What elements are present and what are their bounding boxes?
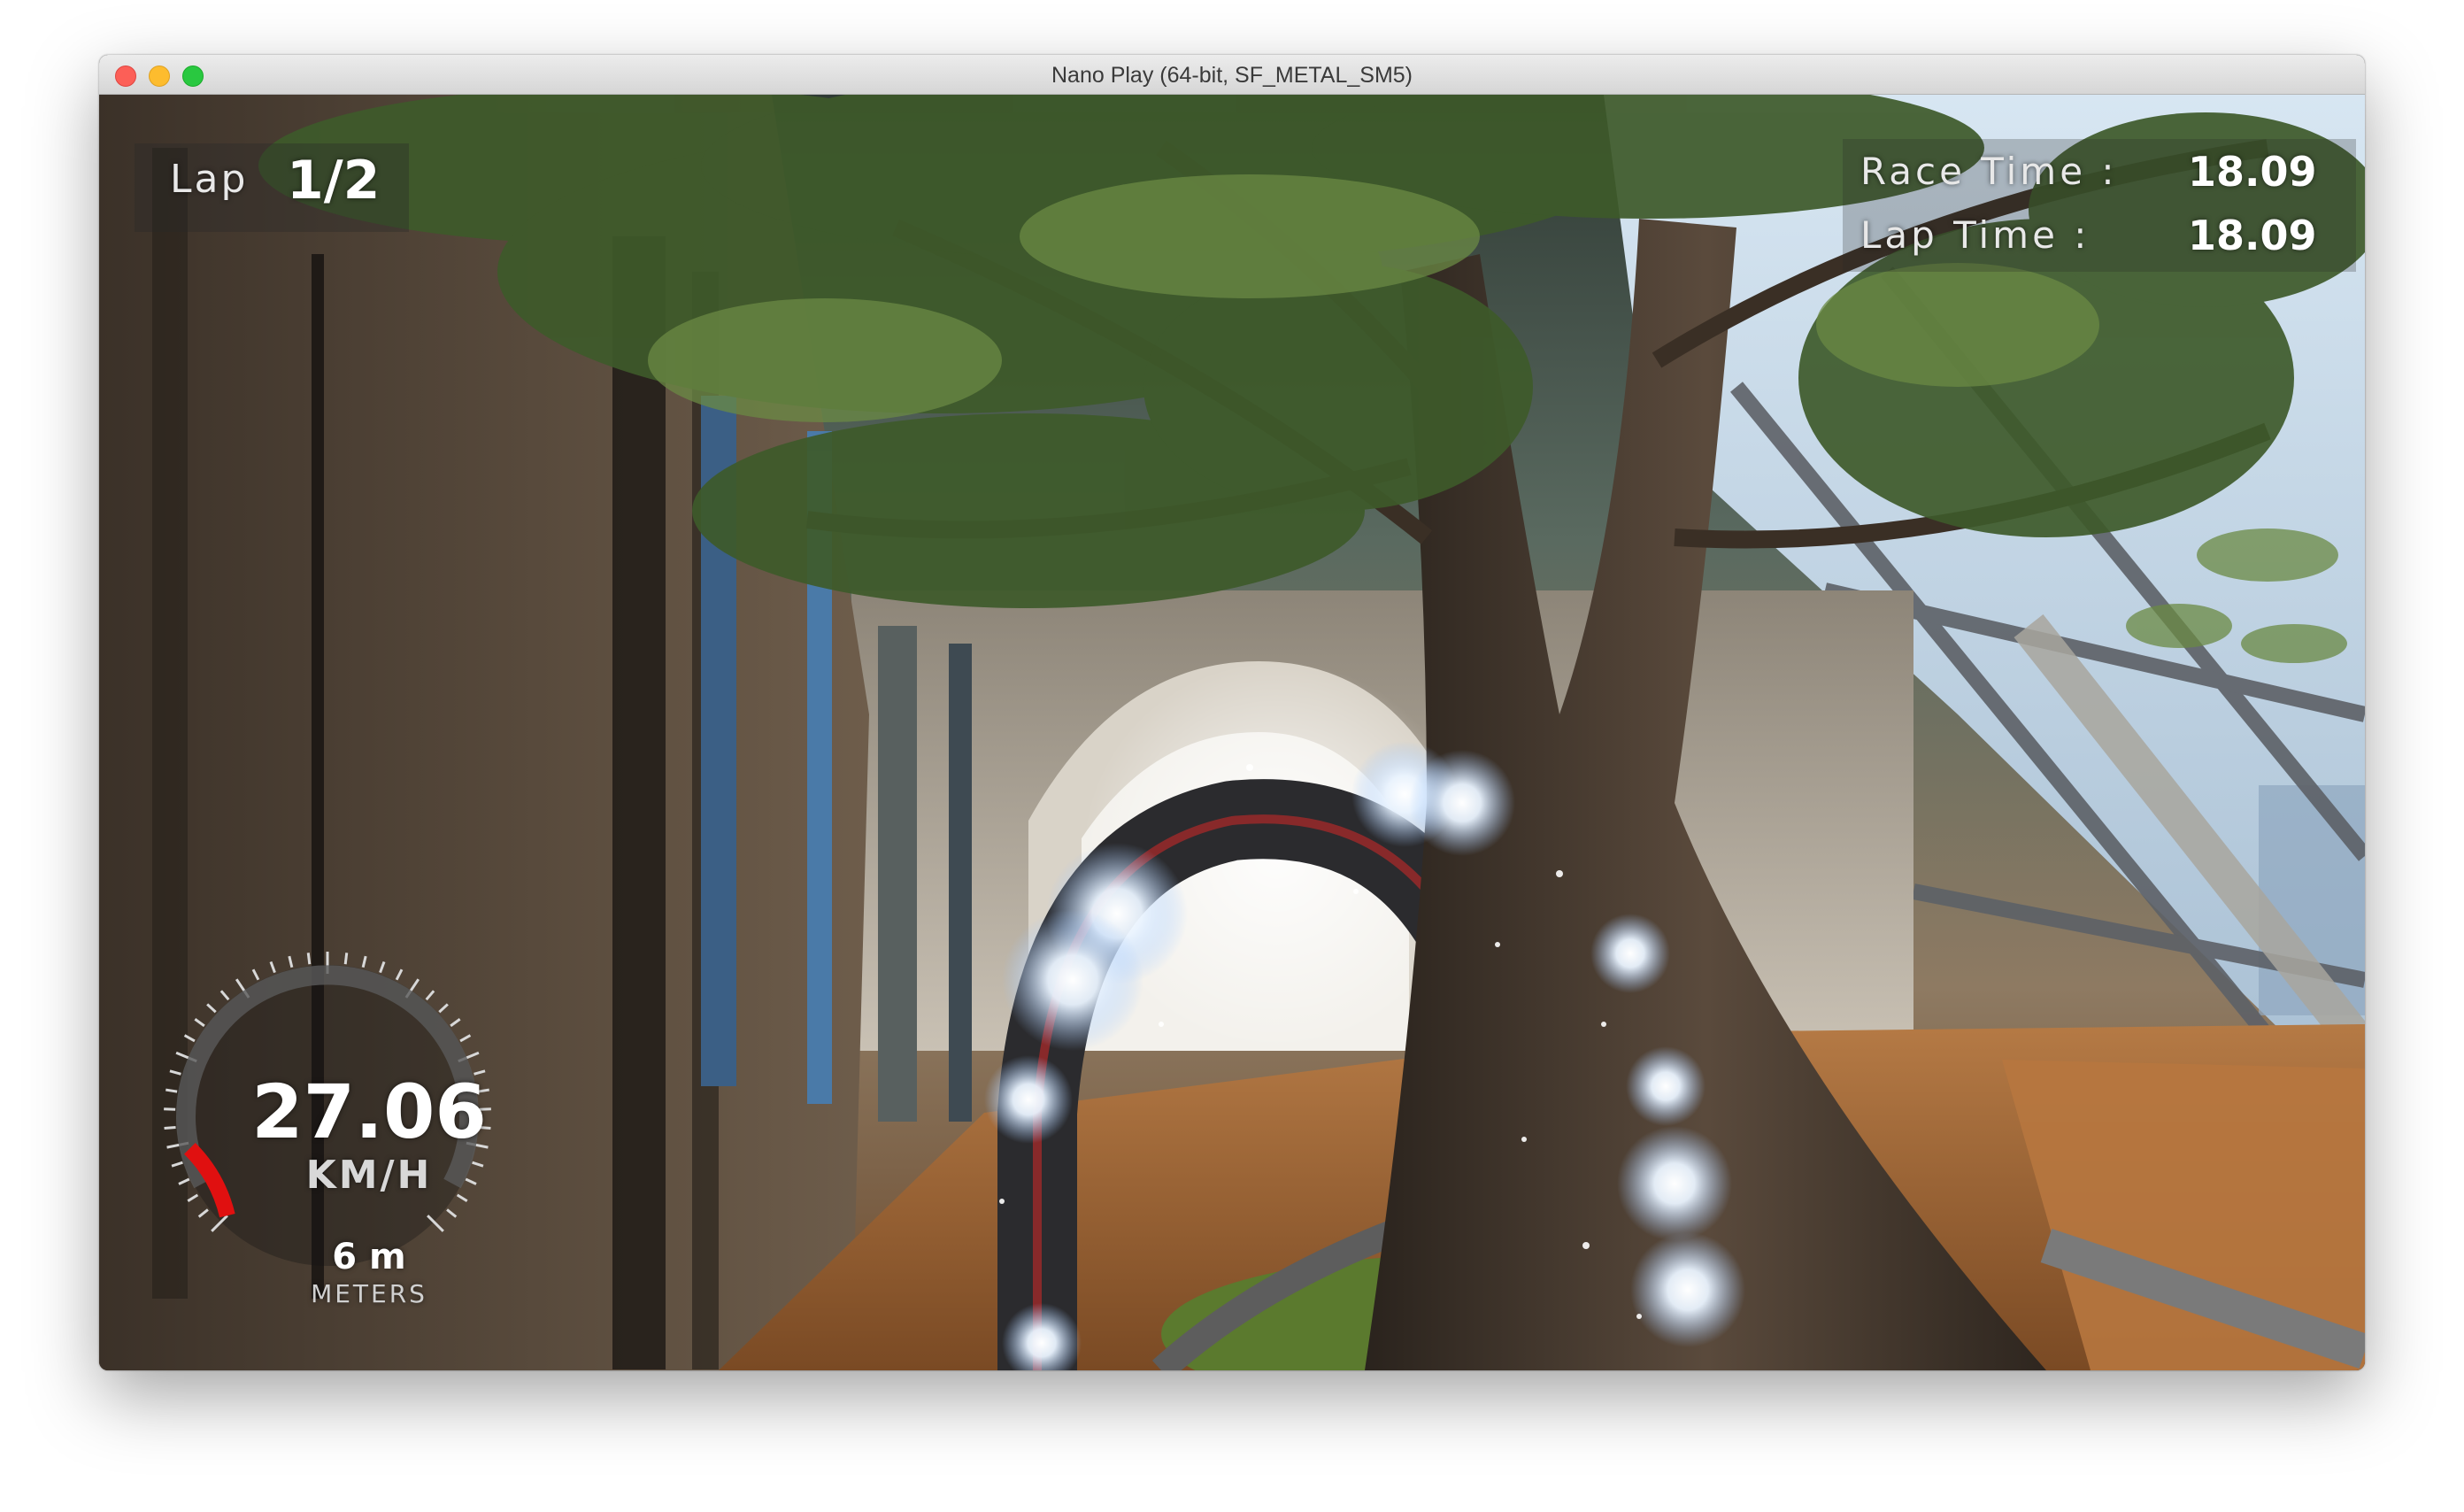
speed-value: 27.06 [251,1068,487,1155]
lap-label: Lap [170,157,249,202]
gauge-tick [343,953,349,965]
distance-unit: METERS [311,1279,427,1308]
gauge-tick [164,1107,176,1111]
race-time-label: Race Time : [1860,150,2118,193]
distance-value: 6 m [332,1237,406,1277]
app-window: Nano Play (64-bit, SF_METAL_SM5) Lap 1/2… [99,55,2365,1370]
gauge-tick [164,1125,176,1130]
gauge-tick [306,953,312,965]
game-viewport[interactable]: Lap 1/2 Race Time : 18.09 Lap Time : 18.… [99,95,2365,1370]
window-title: Nano Play (64-bit, SF_METAL_SM5) [1051,63,1413,88]
lap-counter: 1/2 [287,150,381,212]
title-bar[interactable]: Nano Play (64-bit, SF_METAL_SM5) [99,55,2365,95]
race-time-value: 18.09 [2188,148,2317,196]
gauge-tick [166,1088,178,1093]
lap-time-label: Lap Time : [1860,213,2091,257]
speed-unit: KM/H [305,1153,433,1198]
lap-time-value: 18.09 [2188,212,2317,259]
